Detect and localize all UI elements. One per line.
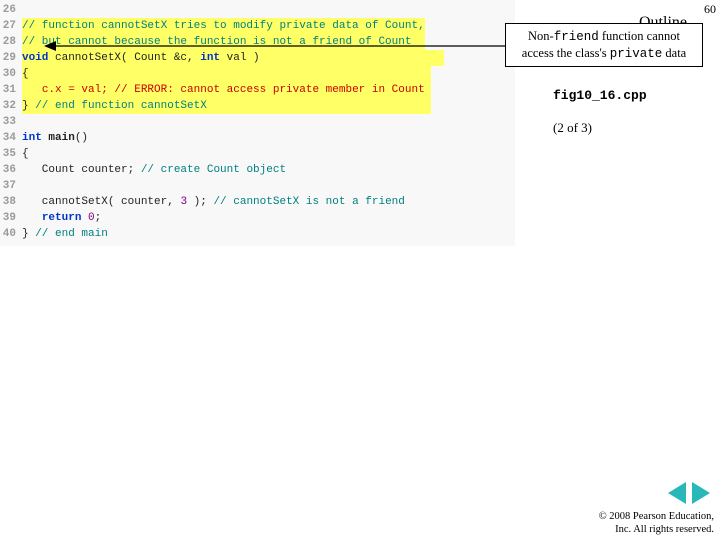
code-line: 39 return 0; (0, 210, 515, 226)
line-number: 38 (0, 194, 22, 210)
line-number: 39 (0, 210, 22, 226)
code-line: 31 c.x = val; // ERROR: cannot access pr… (0, 82, 515, 98)
code-content: } // end main (22, 226, 108, 242)
code-content: { (22, 66, 431, 82)
code-line: 36 Count counter; // create Count object (0, 162, 515, 178)
code-line: 27// function cannotSetX tries to modify… (0, 18, 515, 34)
line-number: 29 (0, 50, 22, 66)
code-content: return 0; (22, 210, 101, 226)
line-number: 32 (0, 98, 22, 114)
code-line: 37 (0, 178, 515, 194)
code-line: 30{ (0, 66, 515, 82)
code-content: Count counter; // create Count object (22, 162, 286, 178)
page-number: 60 (704, 2, 716, 17)
line-number: 36 (0, 162, 22, 178)
code-content: c.x = val; // ERROR: cannot access priva… (22, 82, 431, 98)
code-line: 29void cannotSetX( Count &c, int val ) (0, 50, 515, 66)
line-number: 40 (0, 226, 22, 242)
figure-filename: fig10_16.cpp (553, 88, 647, 103)
code-line: 38 cannotSetX( counter, 3 ); // cannotSe… (0, 194, 515, 210)
slide-nav (668, 482, 710, 504)
code-content: // function cannotSetX tries to modify p… (22, 18, 425, 34)
code-line: 34int main() (0, 130, 515, 146)
code-line: 26 (0, 2, 515, 18)
code-content: // but cannot because the function is no… (22, 34, 425, 50)
line-number: 26 (0, 2, 22, 18)
line-number: 37 (0, 178, 22, 194)
figure-part: (2 of 3) (553, 120, 592, 136)
code-content: void cannotSetX( Count &c, int val ) (22, 50, 444, 66)
line-number: 30 (0, 66, 22, 82)
line-number: 27 (0, 18, 22, 34)
copyright-notice: © 2008 Pearson Education, Inc. All right… (599, 510, 714, 536)
callout-box: Non-friend function cannot access the cl… (505, 23, 703, 67)
prev-slide-button[interactable] (668, 482, 686, 504)
code-content: } // end function cannotSetX (22, 98, 431, 114)
code-line: 40} // end main (0, 226, 515, 242)
code-listing: 2627// function cannotSetX tries to modi… (0, 0, 515, 246)
code-content: int main() (22, 130, 88, 146)
callout-line-2: access the class's private data (512, 45, 696, 62)
line-number: 28 (0, 34, 22, 50)
code-line: 35{ (0, 146, 515, 162)
line-number: 31 (0, 82, 22, 98)
code-line: 28// but cannot because the function is … (0, 34, 515, 50)
line-number: 35 (0, 146, 22, 162)
code-line: 33 (0, 114, 515, 130)
line-number: 34 (0, 130, 22, 146)
code-content: cannotSetX( counter, 3 ); // cannotSetX … (22, 194, 405, 210)
code-line: 32} // end function cannotSetX (0, 98, 515, 114)
code-content: { (22, 146, 29, 162)
callout-line-1: Non-friend function cannot (512, 28, 696, 45)
line-number: 33 (0, 114, 22, 130)
next-slide-button[interactable] (692, 482, 710, 504)
